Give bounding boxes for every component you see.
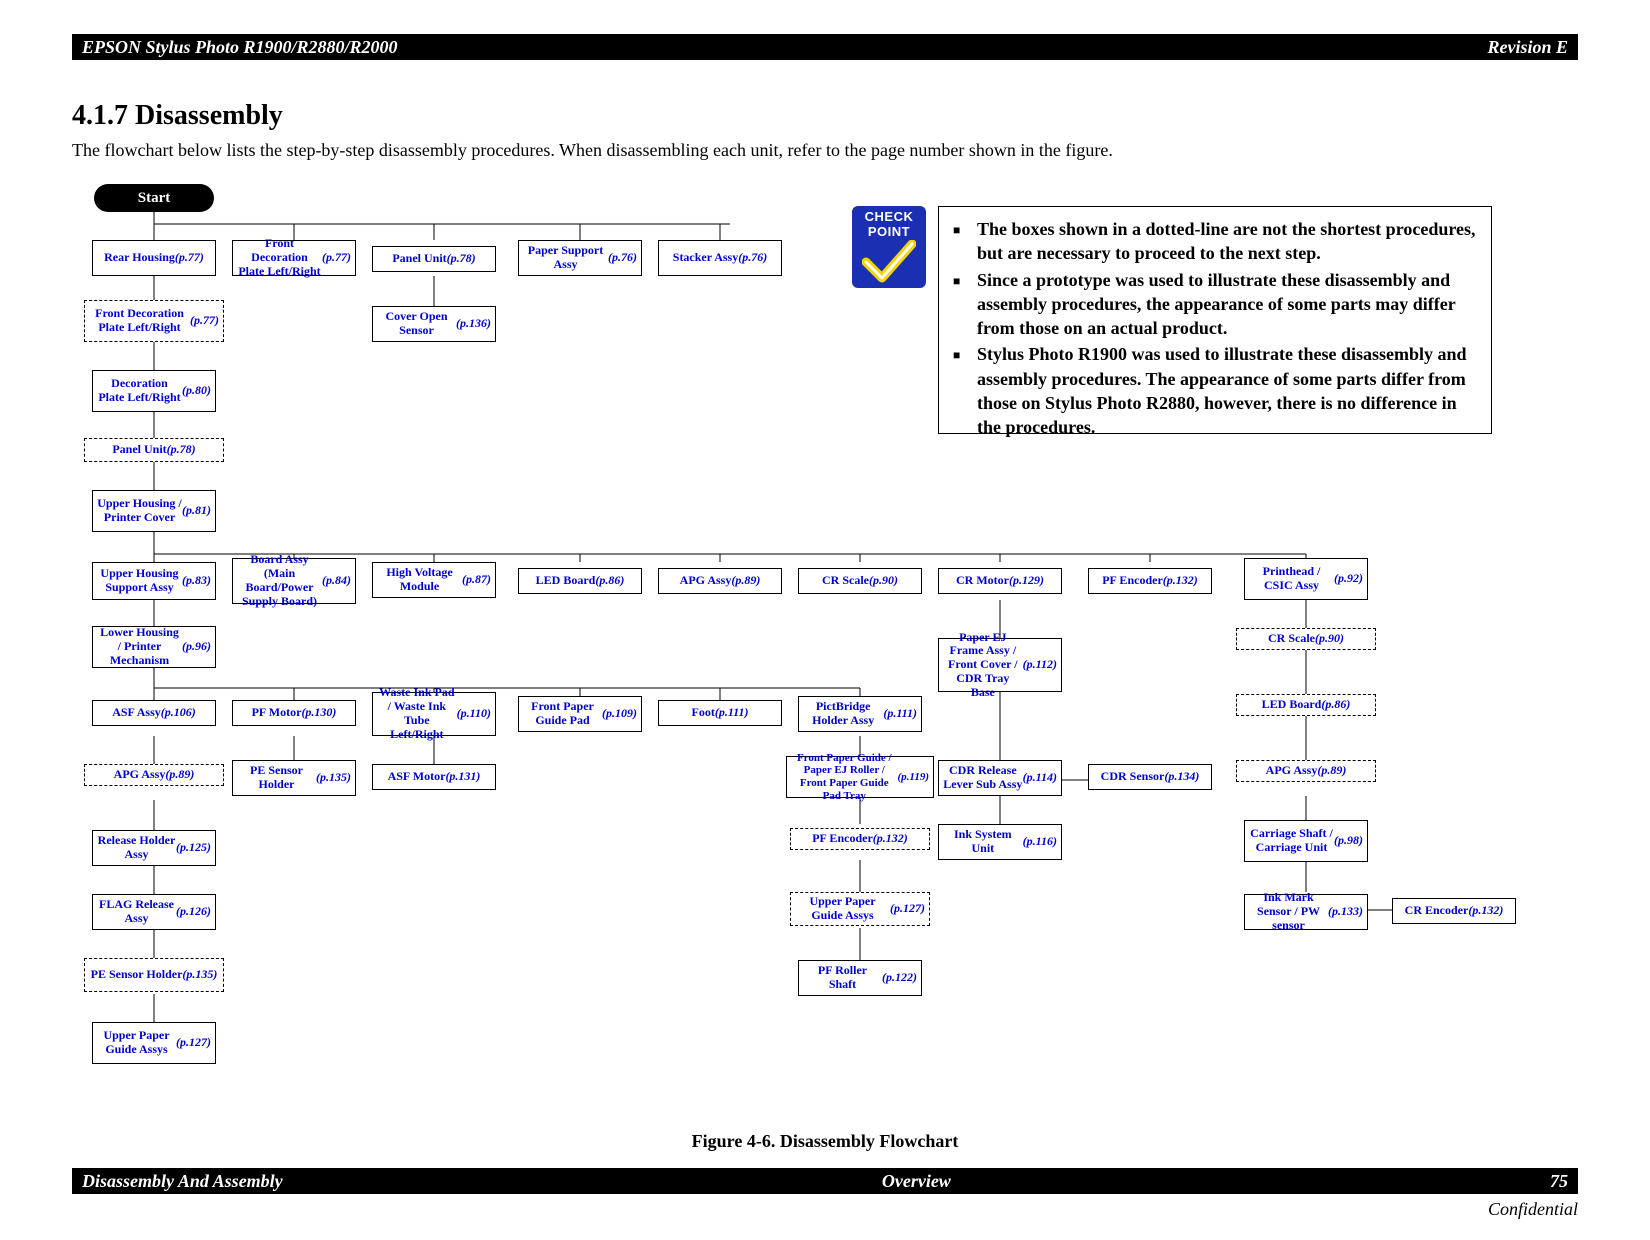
- confidential-label: Confidential: [1488, 1199, 1578, 1220]
- box-cr-scale: CR Scale (p.90): [798, 568, 922, 594]
- box-pf-encoder2: PF Encoder (p.132): [790, 828, 930, 850]
- box-panel-unit-top: Panel Unit (p.78): [372, 246, 496, 272]
- box-front-paper-guide-pad: Front Paper Guide Pad (p.109): [518, 696, 642, 732]
- box-upper-paper-guide: Upper Paper Guide Assys (p.127): [790, 892, 930, 926]
- box-cdr-release: CDR Release Lever Sub Assy (p.114): [938, 760, 1062, 796]
- box-apg-assy: APG Assy (p.89): [658, 568, 782, 594]
- notes-box: The boxes shown in a dotted-line are not…: [938, 206, 1492, 434]
- note-item: Stylus Photo R1900 was used to illustrat…: [977, 342, 1477, 439]
- footer-left: Disassembly And Assembly: [82, 1171, 283, 1192]
- box-pf-motor: PF Motor (p.130): [232, 700, 356, 726]
- box-cdr-sensor: CDR Sensor (p.134): [1088, 764, 1212, 790]
- box-deco-plate: Decoration Plate Left/Right (p.80): [92, 370, 216, 412]
- box-apg-assy2: APG Assy (p.89): [84, 764, 224, 786]
- box-upper-housing-cover: Upper Housing / Printer Cover (p.81): [92, 490, 216, 532]
- header-bar: EPSON Stylus Photo R1900/R2880/R2000 Rev…: [72, 34, 1578, 60]
- box-pictbridge: PictBridge Holder Assy (p.111): [798, 696, 922, 732]
- box-board-assy: Board Assy (Main Board/Power Supply Boar…: [232, 558, 356, 604]
- box-led-board: LED Board (p.86): [518, 568, 642, 594]
- box-front-deco-top: Front Decoration Plate Left/Right (p.77): [232, 240, 356, 276]
- box-led-board2: LED Board (p.86): [1236, 694, 1376, 716]
- box-ink-system: Ink System Unit (p.116): [938, 824, 1062, 860]
- box-pf-encoder: PF Encoder (p.132): [1088, 568, 1212, 594]
- box-release-holder: Release Holder Assy (p.125): [92, 830, 216, 866]
- box-pe-sensor2: PE Sensor Holder (p.135): [84, 958, 224, 992]
- check-point-badge: CHECK POINT: [852, 206, 926, 288]
- figure-caption: Figure 4-6. Disassembly Flowchart: [0, 1131, 1650, 1152]
- footer-bar: Disassembly And Assembly Overview 75: [72, 1168, 1578, 1194]
- box-paper-ej: Paper EJ Frame Assy / Front Cover / CDR …: [938, 638, 1062, 692]
- section-title: 4.1.7 Disassembly: [72, 100, 283, 132]
- box-paper-support: Paper Support Assy (p.76): [518, 240, 642, 276]
- box-asf-assy: ASF Assy (p.106): [92, 700, 216, 726]
- intro-text: The flowchart below lists the step-by-st…: [72, 140, 1113, 161]
- box-carriage-shaft: Carriage Shaft / Carriage Unit (p.98): [1244, 820, 1368, 862]
- box-waste-ink: Waste Ink Pad / Waste Ink Tube Left/Righ…: [372, 692, 496, 736]
- checkmark-icon: [862, 240, 916, 284]
- box-upper-paper-guide2: Upper Paper Guide Assys (p.127): [92, 1022, 216, 1064]
- note-item: Since a prototype was used to illustrate…: [977, 268, 1477, 341]
- box-lower-housing: Lower Housing / Printer Mechanism (p.96): [92, 626, 216, 668]
- header-left: EPSON Stylus Photo R1900/R2880/R2000: [82, 37, 398, 58]
- start-node: Start: [94, 184, 214, 212]
- box-asf-motor: ASF Motor (p.131): [372, 764, 496, 790]
- box-panel-unit: Panel Unit (p.78): [84, 438, 224, 462]
- box-pe-sensor: PE Sensor Holder (p.135): [232, 760, 356, 796]
- box-hvm: High Voltage Module (p.87): [372, 562, 496, 598]
- footer-center: Overview: [882, 1171, 951, 1192]
- box-rear-housing: Rear Housing (p.77): [92, 240, 216, 276]
- box-upper-housing-support: Upper Housing Support Assy (p.83): [92, 562, 216, 600]
- check-label-2: POINT: [852, 224, 926, 239]
- box-front-paper-guide-tray: Front Paper Guide / Paper EJ Roller / Fr…: [786, 756, 934, 798]
- footer-right: 75: [1550, 1171, 1568, 1192]
- box-printhead: Printhead / CSIC Assy (p.92): [1244, 558, 1368, 600]
- box-flag-release: FLAG Release Assy (p.126): [92, 894, 216, 930]
- box-cover-open: Cover Open Sensor (p.136): [372, 306, 496, 342]
- flowchart-wires: [0, 0, 1650, 1240]
- box-cr-scale2: CR Scale (p.90): [1236, 628, 1376, 650]
- box-foot: Foot (p.111): [658, 700, 782, 726]
- box-cr-encoder: CR Encoder (p.132): [1392, 898, 1516, 924]
- box-stacker: Stacker Assy (p.76): [658, 240, 782, 276]
- header-right: Revision E: [1487, 37, 1568, 58]
- check-label-1: CHECK: [852, 209, 926, 224]
- box-ink-mark: Ink Mark Sensor / PW sensor (p.133): [1244, 894, 1368, 930]
- box-apg-assy3: APG Assy (p.89): [1236, 760, 1376, 782]
- box-pf-roller: PF Roller Shaft (p.122): [798, 960, 922, 996]
- box-front-deco: Front Decoration Plate Left/Right (p.77): [84, 300, 224, 342]
- box-cr-motor: CR Motor (p.129): [938, 568, 1062, 594]
- note-item: The boxes shown in a dotted-line are not…: [977, 217, 1477, 266]
